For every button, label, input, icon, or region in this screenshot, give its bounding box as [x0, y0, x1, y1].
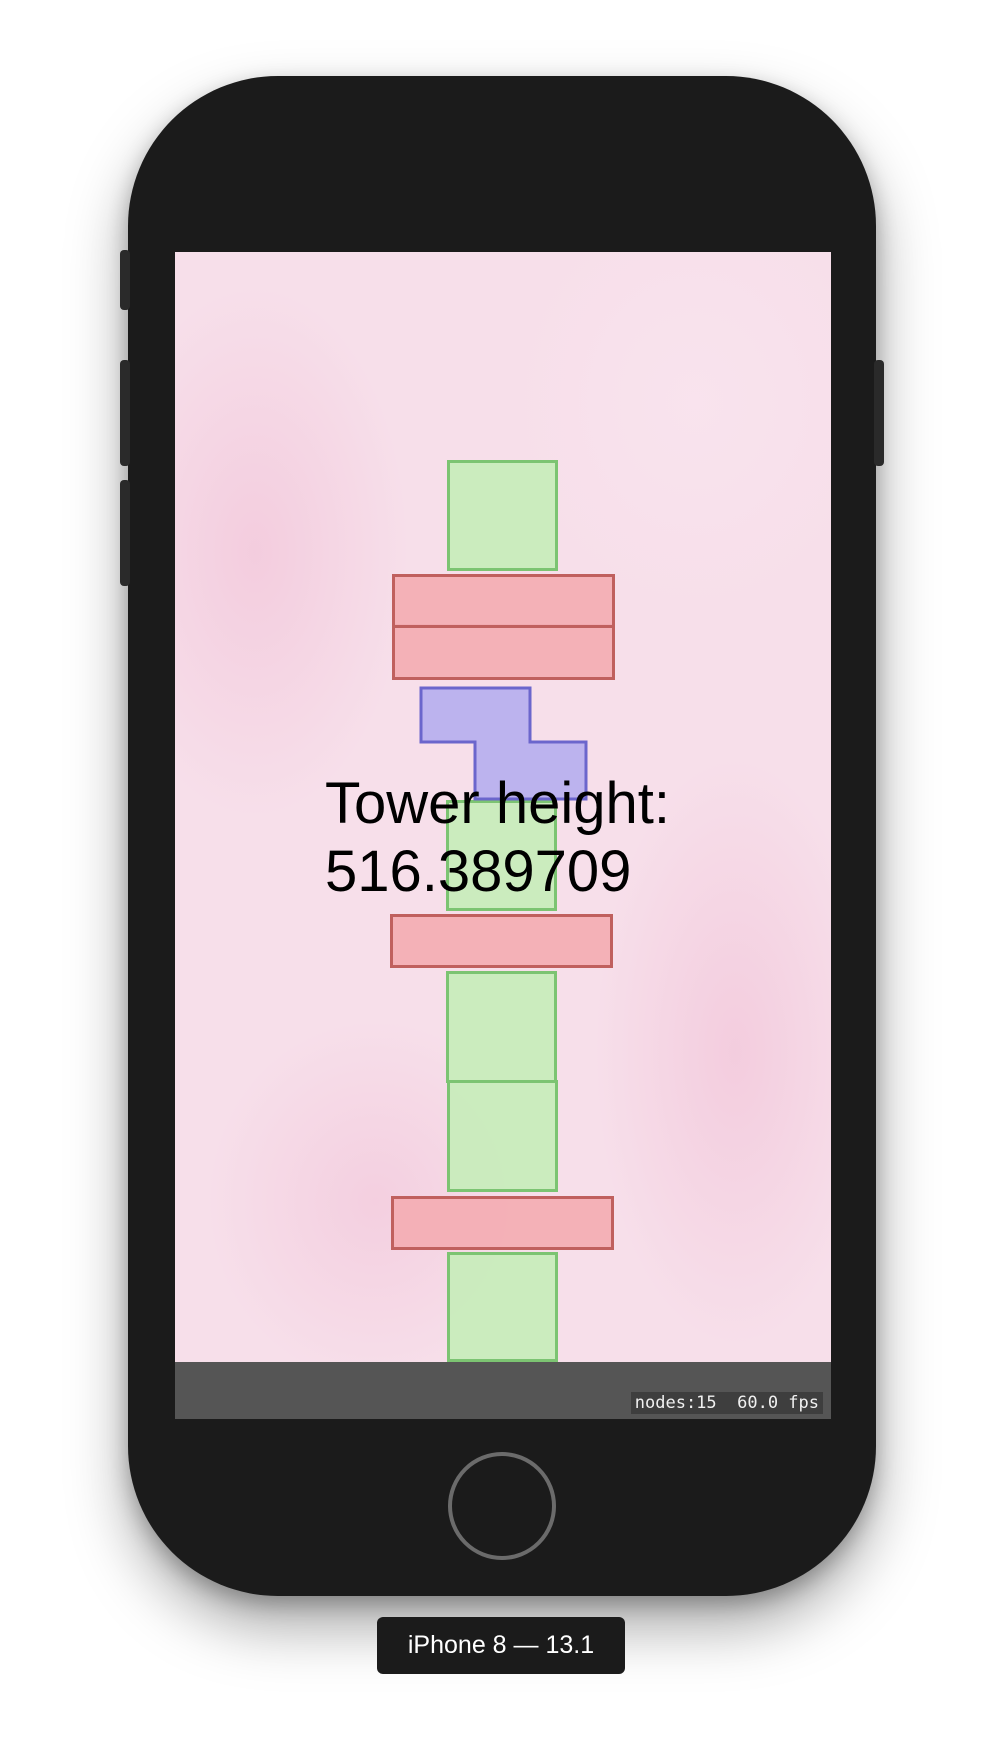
- mute-switch: [120, 250, 130, 310]
- volume-down-button[interactable]: [120, 480, 130, 586]
- home-button[interactable]: [448, 1452, 556, 1560]
- green-square-block: [446, 971, 557, 1083]
- green-square-block: [447, 1080, 558, 1192]
- red-plank-block: [392, 574, 615, 628]
- green-square-block: [447, 460, 558, 571]
- red-plank-block: [392, 624, 615, 680]
- green-square-block: [447, 1252, 558, 1362]
- red-plank-block: [390, 914, 613, 968]
- tower-height-value: 516.389709: [325, 839, 632, 904]
- simulator-window: Tower height: 516.389709 nodes:15 60.0 f…: [0, 0, 1006, 1746]
- game-screen[interactable]: Tower height: 516.389709 nodes:15 60.0 f…: [175, 252, 831, 1419]
- tower-height-label: Tower height: 516.389709: [325, 770, 670, 906]
- device-label: iPhone 8 — 13.1: [377, 1617, 625, 1674]
- volume-up-button[interactable]: [120, 360, 130, 466]
- red-plank-block: [391, 1196, 614, 1250]
- power-button[interactable]: [874, 360, 884, 466]
- tower-height-title: Tower height:: [325, 771, 670, 836]
- debug-stats: nodes:15 60.0 fps: [630, 1392, 823, 1414]
- debug-bar: nodes:15 60.0 fps: [175, 1362, 831, 1419]
